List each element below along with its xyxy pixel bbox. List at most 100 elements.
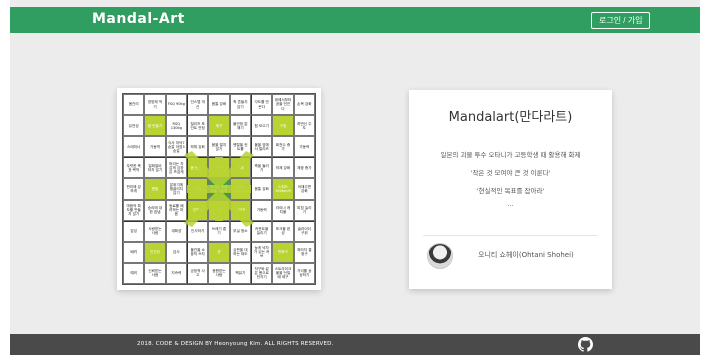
mandalart-grid: 몸관리 영양제 먹기 FSQ 90kg 인스텝 개선 몸통 강화 축 흔들지 않기 각도를 …: [122, 93, 316, 285]
login-signup-button[interactable]: 로그인 / 가입: [591, 12, 651, 29]
mandalart-cell: 배려: [123, 241, 145, 263]
footer: 2018. CODE & DESIGN BY Heonyoung Kim. AL…: [10, 334, 700, 355]
mandalart-cell: 좌타자 결정구: [293, 241, 315, 263]
mandalart-cell: 포크볼 완성: [272, 220, 294, 242]
mandalart-cell: 긍정적 사고: [187, 262, 209, 284]
mandalart-cell: 동료를 배려하는 마음: [165, 199, 187, 221]
mandalart-cell: 변화구: [272, 241, 294, 263]
mandalart-cell: 8구단 드래프트 1순위: [208, 178, 230, 200]
mandalart-cell: 힘 모으기: [251, 115, 273, 137]
mandalart-cell: 축 흔들지 않기: [229, 94, 251, 116]
mandalart-cell: 직구와 같은 폼으로 던지기: [251, 262, 273, 284]
mandalart-cell: 감사: [165, 241, 187, 263]
top-navbar: Mandal-Art 로그인 / 가입: [10, 7, 700, 33]
mandalart-cell: 구위: [229, 157, 251, 179]
mandalart-cell: 인간성: [187, 199, 209, 221]
mandalart-cell: 체중 증가: [293, 157, 315, 179]
mandalart-cell: 쓰레기 줍기: [208, 220, 230, 242]
mandalart-cell: 각도를 만든다: [251, 94, 273, 116]
mandalart-cell: 신뢰받는 사람: [144, 262, 166, 284]
mandalart-cell: 몸 만들기: [144, 115, 166, 137]
mandalart-cell: 멘탈: [187, 178, 209, 200]
github-icon[interactable]: [578, 337, 593, 352]
mandalart-cell: 영양제 먹기: [144, 94, 166, 116]
card-line-1: 일본의 괴물 투수 오타니가 고등학생 때 활용해 화제: [440, 151, 581, 159]
mandalart-cell: 마음의 파도를 만들지 않기: [123, 199, 145, 221]
mandalart-cell: 물건을 소중히 쓰자: [187, 241, 209, 263]
card-line-2: '작은 것 모여야 큰 것 이룬다': [470, 169, 551, 177]
mandalart-cell: 부실 청소: [229, 220, 251, 242]
mandalart-cell: 라이너 캐치볼: [272, 199, 294, 221]
mandalart-cell: 제구: [208, 157, 230, 179]
mandalart-cell: FSQ 90kg: [165, 94, 187, 116]
mandalart-cell: 릴리즈 포인트 안정: [187, 115, 209, 137]
mandalart-cell: 구위: [272, 115, 294, 137]
mandalart-cell: 핀치에 강하게: [123, 178, 145, 200]
mandalart-cell: 머리는 차갑게 심장은 뜨겁게: [165, 157, 187, 179]
mandalart-cell: 운: [208, 241, 230, 263]
mandalart-cell: 지속력: [165, 262, 187, 284]
card-line-4: ...: [507, 200, 514, 208]
mandalart-cell: 제구: [208, 115, 230, 137]
mandalart-cell: 회전수 증가: [272, 136, 294, 158]
mandalart-cell: 예의: [123, 262, 145, 284]
mandalart-cell: 멘탈을 컨트롤: [229, 136, 251, 158]
mandalart-cell: 인스텝 개선: [187, 94, 209, 116]
info-card: Mandalart(만다라트) 일본의 괴물 투수 오타니가 고등학생 때 활용…: [409, 90, 612, 289]
mandalart-cell: 몸을 열지 않기: [208, 136, 230, 158]
mandalart-cell: 하반신 주도: [293, 115, 315, 137]
copyright-text: 2018. CODE & DESIGN BY Heonyoung Kim. AL…: [137, 341, 334, 347]
mandalart-cell: 응원받는 사람: [208, 262, 230, 284]
mandalart-cell: 몸통 강화: [251, 178, 273, 200]
mandalart-cell: 가동력: [251, 199, 273, 221]
card-title: Mandalart(만다라트): [448, 110, 573, 125]
mandalart-cell: 책읽기: [229, 262, 251, 284]
mandalart-cell: 식사 저녁7숟갈 아침3숟갈: [165, 136, 187, 158]
mandalart-cell: 가동력: [293, 136, 315, 158]
mandalart-cell: 볼을 앞에서 릴리즈: [251, 136, 273, 158]
mandalart-cell: 카운트볼 늘리기: [251, 220, 273, 242]
mandalart-cell: 승리에 대한 집념: [144, 199, 166, 221]
right-margin: [700, 0, 710, 355]
mandalart-cell: 어깨주변 강화: [293, 178, 315, 200]
mandalart-cell: 심판을 대하는 태도: [229, 241, 251, 263]
mandalart-cell: 몸통 강화: [208, 94, 230, 116]
mandalart-cell: 거리를 상상하기: [293, 262, 315, 284]
mandalart-cell: 감성: [123, 220, 145, 242]
mandalart-card[interactable]: 몸관리 영양제 먹기 FSQ 90kg 인스텝 개선 몸통 강화 축 흔들지 않기 각도를 …: [117, 88, 321, 290]
author-avatar: [427, 243, 453, 269]
mandalart-cell: 스피드 160km/h: [272, 178, 294, 200]
site-logo[interactable]: Mandal-Art: [92, 11, 185, 27]
mandalart-cell: 슬라이더 구위: [293, 220, 315, 242]
mandalart-cell: 피칭 늘리기: [293, 199, 315, 221]
mandalart-cell: 하체 강화: [272, 157, 294, 179]
mandalart-cell: 인간성: [144, 241, 166, 263]
mandalart-cell: 뚜렷한 목표·목적: [123, 157, 145, 179]
mandalart-cell: 축을 돌리기: [251, 157, 273, 179]
left-margin: [0, 0, 10, 355]
mandalart-cell: 스트라이크 볼을 던질 때 제구: [272, 262, 294, 284]
mandalart-cell: 사랑받는 사람: [144, 220, 166, 242]
mandalart-cell: 운: [208, 199, 230, 221]
mandalart-cell: RSQ 130kg: [165, 115, 187, 137]
mandalart-cell: 스태미너: [123, 136, 145, 158]
mandalart-cell: 인사하기: [187, 220, 209, 242]
page: Mandal-Art 로그인 / 가입 몸관리 영양제 먹기 FSQ 90kg 인스텝…: [0, 0, 710, 355]
author-name: 오니티 쇼헤이(Ohtani Shohei): [478, 251, 574, 259]
mandalart-cell: 몸 만들기: [187, 157, 209, 179]
mandalart-cell: 분위기에 휩쓸리지 않기: [165, 178, 187, 200]
mandalart-cell: 멘탈: [144, 178, 166, 200]
mandalart-cell: 일희일비 하지 않기: [144, 157, 166, 179]
mandalart-cell: 늦게 낙차가 있는 커브: [251, 241, 273, 263]
mandalart-cell: 변화구: [229, 199, 251, 221]
mandalart-cell: 유연성: [123, 115, 145, 137]
mandalart-chart: 몸관리 영양제 먹기 FSQ 90kg 인스텝 개선 몸통 강화 축 흔들지 않기 각도를 …: [117, 88, 321, 290]
mandalart-cell: 하체 강화: [187, 136, 209, 158]
mandalart-cell: 위에서부터 공을 던진다: [272, 94, 294, 116]
mandalart-cell: 스피드 160km/h: [229, 178, 251, 200]
mandalart-cell: 계획성: [165, 220, 187, 242]
mandalart-cell: 가동역: [144, 136, 166, 158]
mandalart-cell: 불안정 없애기: [229, 115, 251, 137]
mandalart-cell: 몸관리: [123, 94, 145, 116]
card-divider: [423, 235, 598, 236]
